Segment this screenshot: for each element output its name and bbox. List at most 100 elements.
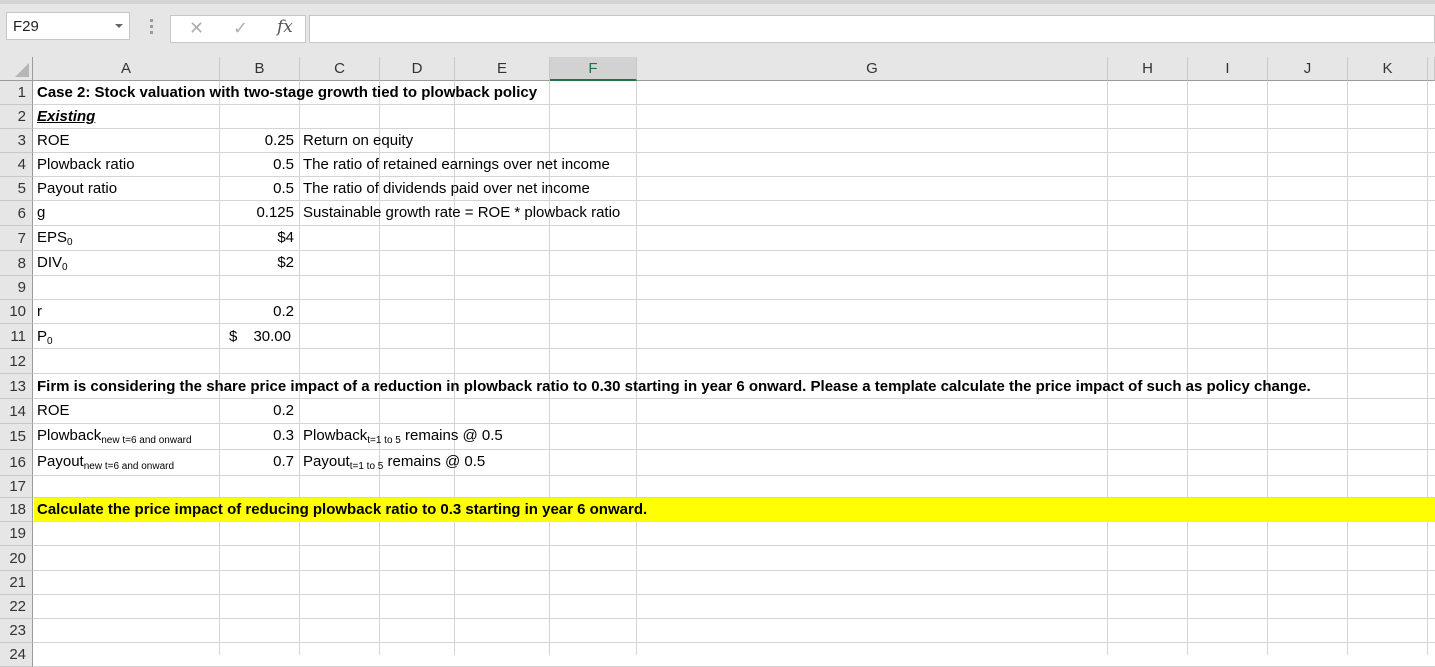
row-gridline <box>33 618 1435 619</box>
row-gridline <box>33 225 1435 226</box>
cell-A8-main: DIV <box>37 254 63 271</box>
cell-C6[interactable]: Sustainable growth rate = ROE * plowback… <box>303 204 620 221</box>
row-gridline <box>33 449 1435 450</box>
cell-A2[interactable]: Existing <box>37 108 95 125</box>
cell-C16[interactable]: Payoutt=1 to 5 remains @ 0.5 <box>303 453 485 472</box>
column-header-G[interactable]: G <box>637 57 1108 81</box>
cell-A7-main: EPS <box>37 229 68 246</box>
cell-B11-currency: $ <box>229 328 238 345</box>
column-header-J[interactable]: J <box>1268 57 1348 81</box>
row-header-16[interactable]: 16 <box>0 450 33 476</box>
cell-B5[interactable]: 0.5 <box>222 180 294 197</box>
cell-A16[interactable]: Payoutnew t=6 and onward <box>37 453 174 472</box>
column-header-I[interactable]: I <box>1188 57 1268 81</box>
row-header-17[interactable]: 17 <box>0 476 33 498</box>
row-header-6[interactable]: 6 <box>0 201 33 226</box>
formula-buttons: ✕ ✓ fx <box>170 15 306 43</box>
cell-A14[interactable]: ROE <box>37 402 70 419</box>
row-header-12[interactable]: 12 <box>0 349 33 374</box>
cell-C3[interactable]: Return on equity <box>303 132 413 149</box>
column-header-A[interactable]: A <box>33 57 220 81</box>
cell-C16-tail: remains @ 0.5 <box>383 453 486 470</box>
cell-C5[interactable]: The ratio of dividends paid over net inc… <box>303 180 590 197</box>
cell-A16-sub: new t=6 and onward <box>83 461 175 472</box>
chevron-down-icon[interactable] <box>115 24 123 28</box>
column-header-partial[interactable] <box>1428 57 1435 81</box>
row-gridline <box>33 104 1435 105</box>
select-all-button[interactable] <box>0 57 33 81</box>
row-header-9[interactable]: 9 <box>0 276 33 300</box>
row-header-19[interactable]: 19 <box>0 522 33 546</box>
cell-A8-sub: 0 <box>62 262 68 273</box>
drag-handle-icon[interactable] <box>150 19 154 35</box>
column-header-K[interactable]: K <box>1348 57 1428 81</box>
row-gridline <box>33 275 1435 276</box>
cell-A8[interactable]: DIV0 <box>37 254 68 273</box>
row-header-18[interactable]: 18 <box>0 498 33 522</box>
cell-A10[interactable]: r <box>37 303 42 320</box>
cell-B7[interactable]: $4 <box>222 229 294 246</box>
column-gridline <box>1267 81 1268 655</box>
cell-A16-main: Payout <box>37 453 84 470</box>
cell-A6[interactable]: g <box>37 204 45 221</box>
cell-B10[interactable]: 0.2 <box>222 303 294 320</box>
row-header-15[interactable]: 15 <box>0 424 33 450</box>
row-gridline <box>33 250 1435 251</box>
cell-A5[interactable]: Payout ratio <box>37 180 117 197</box>
row-header-23[interactable]: 23 <box>0 619 33 643</box>
row-header-1[interactable]: 1 <box>0 81 33 105</box>
row-header-3[interactable]: 3 <box>0 129 33 153</box>
row-header-7[interactable]: 7 <box>0 226 33 251</box>
cell-B3[interactable]: 0.25 <box>222 132 294 149</box>
cell-A1[interactable]: Case 2: Stock valuation with two-stage g… <box>37 84 537 101</box>
cell-B8[interactable]: $2 <box>222 254 294 271</box>
column-header-F[interactable]: F <box>550 57 637 81</box>
column-header-H[interactable]: H <box>1108 57 1188 81</box>
cell-A11[interactable]: P0 <box>37 328 53 347</box>
cell-B14[interactable]: 0.2 <box>222 402 294 419</box>
row-gridline <box>33 152 1435 153</box>
cell-B4[interactable]: 0.5 <box>222 156 294 173</box>
row-header-14[interactable]: 14 <box>0 399 33 424</box>
row-gridline <box>33 423 1435 424</box>
row-header-10[interactable]: 10 <box>0 300 33 324</box>
cancel-icon[interactable]: ✕ <box>189 18 204 39</box>
row-header-20[interactable]: 20 <box>0 546 33 571</box>
cell-A15[interactable]: Plowbacknew t=6 and onward <box>37 427 192 446</box>
name-box[interactable]: F29 <box>6 12 130 40</box>
row-header-13[interactable]: 13 <box>0 374 33 399</box>
row-header-5[interactable]: 5 <box>0 177 33 201</box>
cell-A13[interactable]: Firm is considering the share price impa… <box>37 378 1311 395</box>
column-gridline <box>1107 81 1108 655</box>
cell-C15[interactable]: Plowbackt=1 to 5 remains @ 0.5 <box>303 427 503 446</box>
cell-B11[interactable]: 30.00 <box>240 328 291 345</box>
column-header-C[interactable]: C <box>300 57 380 81</box>
column-header-B[interactable]: B <box>220 57 300 81</box>
enter-icon[interactable]: ✓ <box>233 18 248 39</box>
row-header-24[interactable]: 24 <box>0 643 33 667</box>
cell-B16[interactable]: 0.7 <box>222 453 294 470</box>
cell-A11-sub: 0 <box>47 336 53 347</box>
cell-A15-sub: new t=6 and onward <box>101 435 192 446</box>
cell-A3[interactable]: ROE <box>37 132 70 149</box>
cell-A7-sub: 0 <box>67 237 73 248</box>
cell-C15-tail: remains @ 0.5 <box>400 427 503 444</box>
cell-C4[interactable]: The ratio of retained earnings over net … <box>303 156 610 173</box>
cell-A7[interactable]: EPS0 <box>37 229 73 248</box>
column-header-E[interactable]: E <box>455 57 550 81</box>
formula-input[interactable] <box>309 15 1435 43</box>
row-header-8[interactable]: 8 <box>0 251 33 276</box>
row-header-11[interactable]: 11 <box>0 324 33 349</box>
row-header-21[interactable]: 21 <box>0 571 33 595</box>
cell-B15[interactable]: 0.3 <box>222 427 294 444</box>
insert-function-icon[interactable]: fx <box>277 17 293 37</box>
row-header-22[interactable]: 22 <box>0 595 33 619</box>
cell-B6[interactable]: 0.125 <box>222 204 294 221</box>
row-gridline <box>33 594 1435 595</box>
cell-A4[interactable]: Plowback ratio <box>37 156 135 173</box>
row-header-4[interactable]: 4 <box>0 153 33 177</box>
cell-A18[interactable]: Calculate the price impact of reducing p… <box>37 501 647 518</box>
row-header-2[interactable]: 2 <box>0 105 33 129</box>
column-header-D[interactable]: D <box>380 57 455 81</box>
column-gridline <box>1187 81 1188 655</box>
